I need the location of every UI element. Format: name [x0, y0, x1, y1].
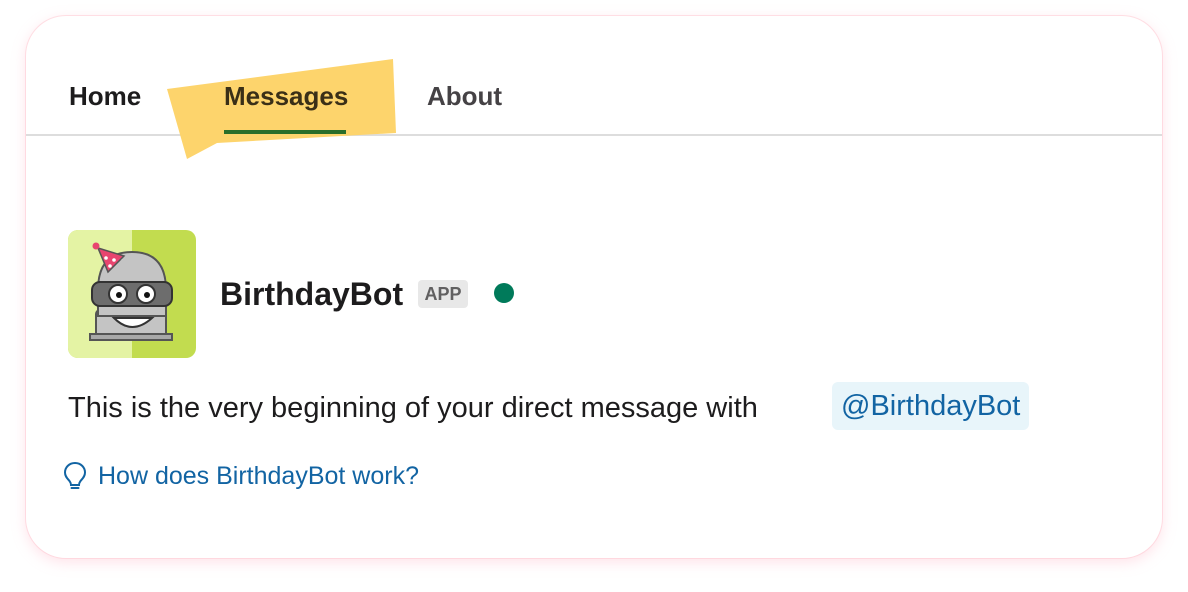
bot-name[interactable]: BirthdayBot — [220, 273, 403, 315]
bot-avatar — [68, 230, 196, 358]
active-tab-indicator — [224, 130, 346, 134]
dm-intro-text: This is the very beginning of your direc… — [68, 392, 758, 424]
robot-avatar-icon — [68, 230, 196, 358]
lightbulb-icon — [63, 461, 87, 489]
tab-bar: Home Messages About — [26, 16, 1162, 159]
dm-panel: Home Messages About BirthdayBot APP This… — [26, 16, 1162, 558]
online-status-icon — [494, 283, 514, 303]
tab-messages[interactable]: Messages — [224, 78, 348, 114]
help-link-text[interactable]: How does BirthdayBot work? — [98, 462, 419, 491]
app-badge: APP — [418, 280, 468, 308]
tab-about[interactable]: About — [427, 78, 502, 114]
tab-home[interactable]: Home — [69, 78, 141, 114]
help-link[interactable]: How does BirthdayBot work? — [62, 458, 419, 494]
bot-mention-link[interactable]: @BirthdayBot — [832, 382, 1030, 430]
